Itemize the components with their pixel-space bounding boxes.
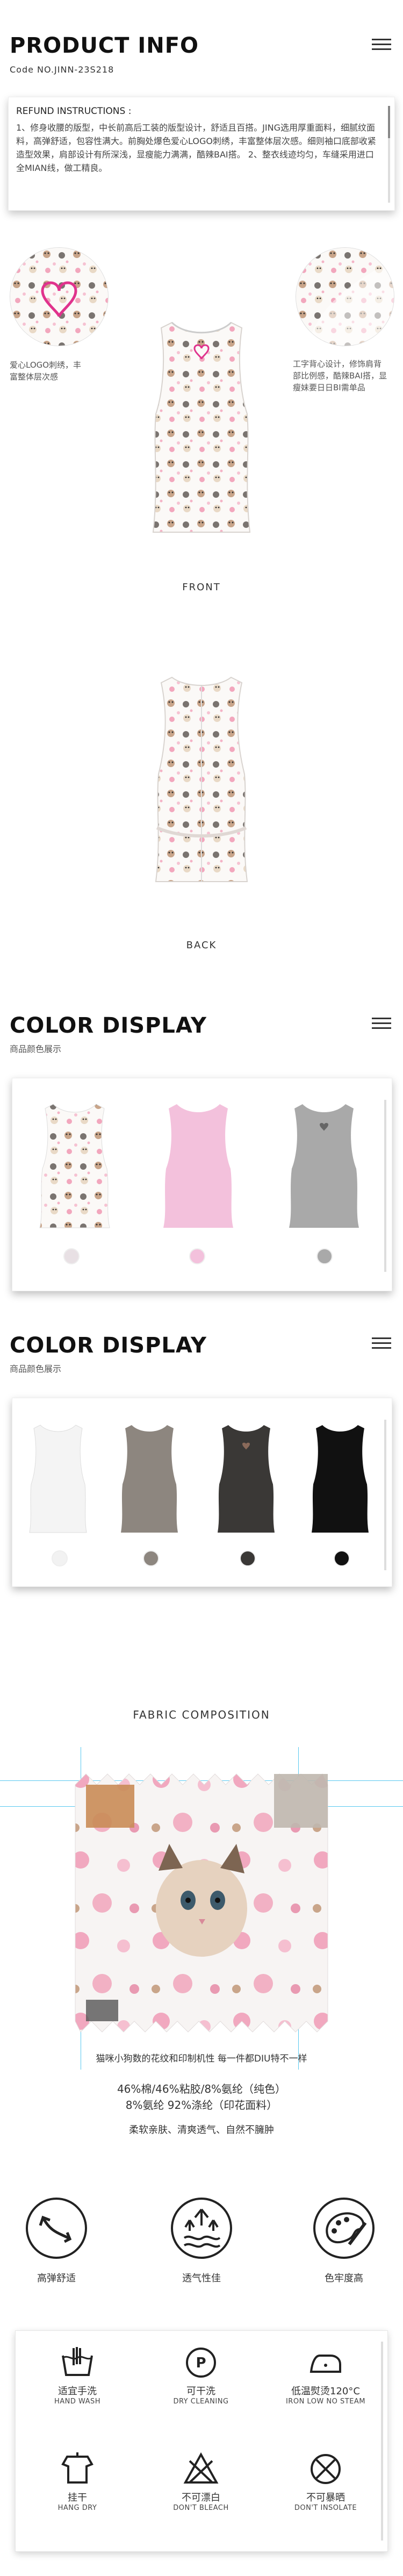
stretch-icon (26, 2198, 87, 2259)
care-no-insolate: 不可暴晒 DON'T INSOLATE (272, 2450, 379, 2512)
product-code: Code NO.JINN-23S218 (10, 65, 114, 75)
color-card-1 (12, 1078, 392, 1291)
swatch-black[interactable] (334, 1550, 350, 1566)
shoulder-detail-note: 工字背心设计，修饰肩背部比例感，酷辣BAI搭，显瘦妹要日日BI需单品 (293, 359, 387, 392)
refund-text: 1、修身收腰的版型，中长前高后工装的版型设计，舒适且百搭。JING选用厚重面料，… (16, 123, 376, 173)
color-display-subtitle-1: 商品颜色展示 (10, 1044, 62, 1054)
iron-icon (310, 2355, 341, 2373)
no-bleach-icon (183, 2452, 219, 2484)
care-no-insolate-cn: 不可暴晒 (306, 2492, 345, 2503)
care-hang-dry-en: HANG DRY (57, 2504, 97, 2512)
care-no-bleach: 不可漂白 DON'T BLEACH (147, 2450, 255, 2512)
breathable-icon (171, 2198, 232, 2259)
care-scrollbar[interactable] (381, 2342, 383, 2541)
feature-breathable: 透气性佳 (161, 2196, 242, 2285)
care-hang-dry-cn: 挂干 (68, 2492, 87, 2503)
color-fastness-icon (313, 2198, 375, 2259)
menu-icon-3[interactable] (372, 1337, 391, 1350)
feature-breathable-label: 透气性佳 (182, 2273, 221, 2284)
white-variant-image[interactable] (23, 1420, 93, 1538)
black-variant-image[interactable] (305, 1420, 375, 1538)
feature-stretch-label: 高弹舒适 (37, 2273, 76, 2284)
swatch-charcoal[interactable] (240, 1550, 256, 1566)
pink-variant-image[interactable] (155, 1099, 241, 1233)
care-instructions-panel: 适宜手洗 HAND WASH P 可干洗 DRY CLEANING 低温熨烫12… (15, 2330, 388, 2552)
hand-wash-icon (62, 2347, 93, 2376)
swatch-print[interactable] (63, 1248, 80, 1264)
logo-detail-image (10, 247, 109, 346)
color-display-subtitle-2: 商品颜色展示 (10, 1364, 62, 1374)
color-display-title-2: COLOR DISPLAY (10, 1333, 207, 1358)
fabric-line-4: 柔软亲肤、清爽透气、自然不臃肿 (129, 2124, 274, 2136)
swatch-gray[interactable] (316, 1248, 333, 1264)
feature-color-fastness-label: 色牢度高 (325, 2273, 363, 2284)
care-iron-en: IRON LOW NO STEAM (285, 2398, 366, 2406)
care-dry-clean-cn: 可干洗 (186, 2386, 215, 2397)
care-iron-cn: 低温熨烫120°C (291, 2386, 360, 2397)
swatch-pink[interactable] (189, 1248, 205, 1264)
menu-icon[interactable] (372, 39, 391, 52)
feature-stretch: 高弹舒适 (16, 2196, 97, 2285)
color-card-2-scrollbar[interactable] (384, 1420, 386, 1570)
color-card-2 (12, 1398, 392, 1587)
back-caption: BACK (186, 940, 217, 951)
svg-text:P: P (196, 2355, 206, 2371)
color-card-1-scrollbar[interactable] (384, 1100, 386, 1272)
scrollbar-thumb[interactable] (388, 106, 390, 138)
care-no-bleach-cn: 不可漂白 (182, 2492, 220, 2503)
fabric-title: FABRIC COMPOSITION (133, 1708, 270, 1721)
no-insolate-icon (311, 2454, 341, 2484)
gray-variant-image[interactable] (281, 1099, 367, 1233)
back-top-image (155, 676, 248, 882)
fabric-swatch-image (75, 1773, 328, 2033)
swatch-taupe[interactable] (143, 1550, 159, 1566)
care-iron: 低温熨烫120°C IRON LOW NO STEAM (272, 2344, 379, 2406)
print-variant-image[interactable] (32, 1099, 118, 1233)
care-hand-wash-cn: 适宜手洗 (58, 2386, 97, 2397)
care-hang-dry: 挂干 HANG DRY (24, 2450, 131, 2512)
care-dry-clean: P 可干洗 DRY CLEANING (147, 2344, 255, 2406)
refund-instructions-panel: REFUND INSTRUCTIONS : 1、修身收腰的版型，中长前高后工装的… (8, 97, 395, 211)
feature-color-fastness: 色牢度高 (304, 2196, 384, 2285)
swatch-white[interactable] (52, 1550, 68, 1566)
hang-dry-icon (61, 2452, 93, 2484)
product-info-title: PRODUCT INFO (10, 33, 199, 58)
menu-icon-2[interactable] (372, 1018, 391, 1031)
color-display-title-1: COLOR DISPLAY (10, 1013, 207, 1038)
fabric-line-2: 46%棉/46%粘胶/8%氨纶（纯色） (117, 2083, 286, 2095)
fabric-line-3: 8%氨纶 92%涤纶（印花面料） (125, 2099, 278, 2112)
care-hand-wash-en: HAND WASH (54, 2398, 101, 2406)
front-top-image (152, 321, 251, 533)
refund-heading: REFUND INSTRUCTIONS : (16, 106, 132, 117)
care-no-insolate-en: DON'T INSOLATE (294, 2504, 357, 2512)
care-no-bleach-en: DON'T BLEACH (173, 2504, 229, 2512)
shoulder-detail-image (296, 247, 394, 346)
taupe-variant-image[interactable] (114, 1420, 184, 1538)
charcoal-variant-image[interactable] (211, 1420, 281, 1538)
care-hand-wash: 适宜手洗 HAND WASH (24, 2344, 131, 2406)
care-dry-clean-en: DRY CLEANING (173, 2398, 229, 2406)
logo-detail-note: 爱心LOGO刺绣，丰富整体层次感 (10, 360, 82, 382)
dry-clean-icon: P (186, 2348, 216, 2378)
fabric-line-1: 猫咪小狗数的花纹和印制机性 每一件都DIU特不一样 (96, 2053, 307, 2064)
front-caption: FRONT (182, 582, 221, 593)
